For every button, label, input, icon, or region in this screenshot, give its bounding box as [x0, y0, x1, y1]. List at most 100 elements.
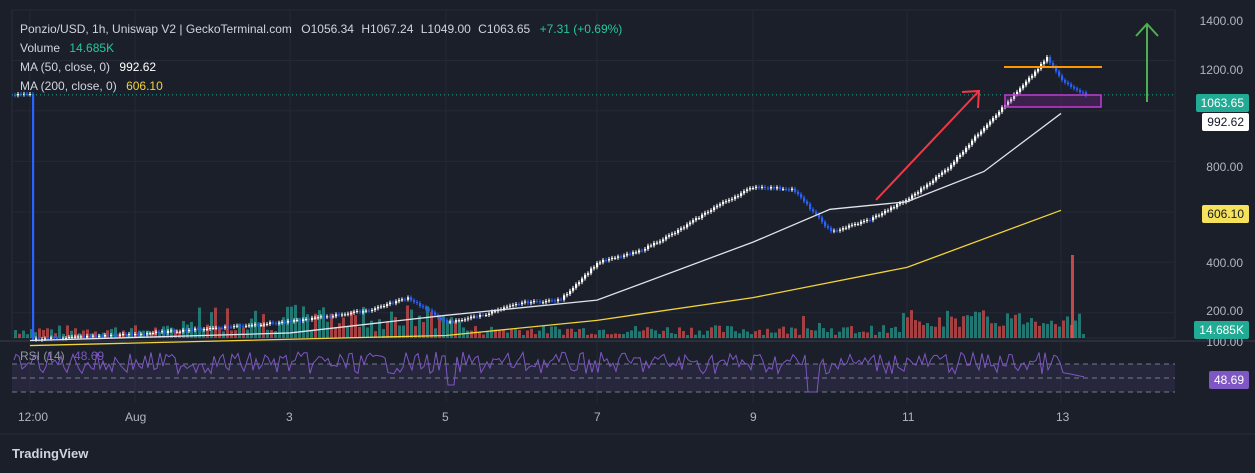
candle-body — [986, 124, 989, 128]
candle-body — [719, 204, 722, 206]
candle-body — [896, 204, 899, 208]
candle-body — [317, 317, 320, 319]
volume-bar — [690, 327, 693, 338]
candle-body — [563, 295, 566, 300]
volume-bar — [846, 327, 849, 338]
legend-ma200-row: MA (200, close, 0) 606.10 — [20, 79, 163, 93]
candle-body — [506, 306, 509, 308]
volume-bar — [938, 317, 941, 338]
candle-body — [635, 252, 638, 254]
candle-body — [281, 321, 284, 323]
candle-body — [218, 327, 221, 329]
volume-bar — [198, 307, 201, 338]
candle-body — [836, 230, 839, 232]
candle-body — [845, 227, 848, 229]
volume-bar — [774, 332, 777, 338]
tradingview-logo[interactable]: TradingView — [12, 446, 88, 461]
candle-body — [167, 330, 170, 333]
candle-body — [995, 115, 998, 118]
volume-bar — [394, 316, 397, 338]
candle-body — [947, 168, 950, 171]
candle-body — [602, 260, 605, 263]
volume-bar — [922, 325, 925, 338]
volume-bar — [334, 327, 337, 338]
volume-bar — [954, 318, 957, 338]
candle-body — [155, 331, 158, 333]
candle-body — [971, 140, 974, 145]
volume-bar — [730, 326, 733, 338]
volume-bar — [458, 321, 461, 338]
volume-bar — [634, 326, 637, 338]
candle-body — [686, 224, 689, 228]
price-chart[interactable] — [0, 0, 1255, 473]
y-tick-label: 1200.00 — [1199, 63, 1243, 77]
candle-body — [68, 337, 71, 339]
candle-body — [119, 334, 122, 336]
candle-body — [83, 336, 86, 338]
legend-close-label: C — [478, 22, 487, 36]
volume-bar — [226, 308, 229, 338]
volume-bar — [646, 327, 649, 338]
volume-bar — [466, 330, 469, 338]
candle-body — [998, 111, 1001, 116]
candle-body — [917, 192, 920, 194]
candle-body — [476, 316, 479, 318]
x-tick-label: 7 — [594, 410, 601, 424]
candle-body — [647, 245, 650, 250]
candle-body — [140, 333, 143, 335]
candle-body — [422, 306, 425, 308]
volume-bar — [1010, 318, 1013, 338]
candle-body — [185, 329, 188, 332]
candle-body — [98, 335, 101, 337]
candle-body — [806, 201, 809, 205]
candle-body — [203, 329, 206, 331]
volume-bar — [658, 333, 661, 338]
candle-body — [926, 184, 929, 188]
candle-body — [350, 312, 353, 314]
volume-bar — [842, 327, 845, 338]
volume-bar — [662, 330, 665, 338]
candle-body — [398, 299, 401, 302]
candle-body — [656, 242, 659, 244]
candle-body — [890, 207, 893, 211]
candle-body — [254, 324, 257, 326]
candle-body — [743, 191, 746, 194]
candle-body — [458, 320, 461, 322]
volume-bar — [894, 326, 897, 338]
candle-body — [206, 328, 209, 330]
volume-bar — [878, 331, 881, 338]
candle-body — [554, 300, 557, 302]
volume-bar — [746, 331, 749, 338]
candle-body — [341, 314, 344, 316]
candle-body — [893, 207, 896, 209]
candle-body — [773, 187, 776, 189]
volume-bar — [802, 316, 805, 338]
candle-body — [821, 217, 824, 222]
candle-body — [440, 317, 443, 320]
candle-body — [209, 327, 212, 329]
candle-body — [545, 300, 548, 303]
candle-body — [305, 319, 308, 321]
candle-body — [1016, 91, 1019, 95]
candle-body — [530, 302, 533, 304]
volume-bar — [618, 333, 621, 338]
volume-bar — [926, 323, 929, 338]
candle-body — [1037, 68, 1040, 72]
volume-bar — [682, 331, 685, 338]
candle-body — [1067, 82, 1070, 85]
candle-body — [128, 333, 131, 335]
candle-body — [467, 318, 470, 320]
candle-body — [215, 327, 218, 329]
candle-body — [323, 316, 326, 318]
volume-bar — [718, 325, 721, 338]
candle-body — [974, 136, 977, 141]
volume-bar — [386, 321, 389, 338]
candle-body — [164, 331, 167, 333]
volume-bar — [630, 330, 633, 338]
candle-body — [758, 186, 761, 188]
candle-body — [416, 302, 419, 304]
candle-body — [776, 187, 779, 189]
volume-bar — [906, 317, 909, 338]
volume-bar — [1042, 323, 1045, 338]
candle-body — [755, 186, 758, 189]
